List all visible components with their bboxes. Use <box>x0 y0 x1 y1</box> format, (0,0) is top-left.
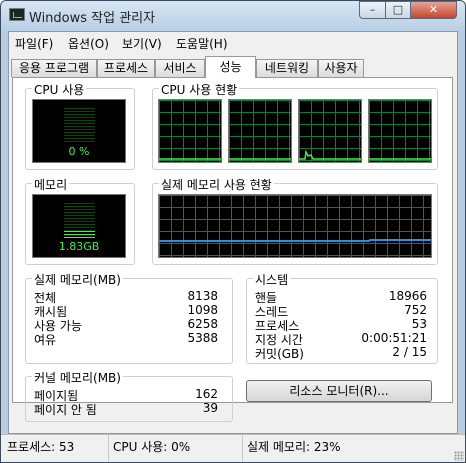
cpu-core-2-line <box>299 149 361 160</box>
system-row-uptime: 지정 시간 0:00:51:21 <box>255 331 427 347</box>
kernel-memory-row-nonpaged: 페이지 안 됨 39 <box>34 401 218 417</box>
maximize-button[interactable]: □ <box>385 1 411 19</box>
cpu-core-0-graph <box>158 99 222 163</box>
system-group: 시스템 핸들 18966 스레드 752 프로세스 53 지정 시간 0:00:… <box>246 271 438 364</box>
menu-options[interactable]: 옵션(O) <box>68 35 109 52</box>
tab-performance[interactable]: 성능 <box>205 56 256 78</box>
task-manager-icon <box>9 8 25 21</box>
row-label: 커밋(GB) <box>255 347 304 361</box>
menu-file[interactable]: 파일(F) <box>15 35 53 52</box>
minimize-button[interactable]: – <box>359 1 386 19</box>
physical-memory-title: 실제 메모리(MB) <box>32 271 123 288</box>
cpu-core-1-graph <box>228 99 292 163</box>
close-button[interactable]: ✕ <box>410 1 457 19</box>
resize-grip[interactable] <box>454 451 464 461</box>
memory-history-group: 실제 메모리 사용 현황 <box>152 176 438 265</box>
physical-memory-row-total: 전체 8138 <box>34 289 218 305</box>
system-row-handles: 핸들 18966 <box>255 289 427 305</box>
cpu-meter-column <box>64 108 95 144</box>
tab-applications[interactable]: 응용 프로그램 <box>11 59 97 77</box>
cpu-usage-value: 0 % <box>68 145 90 158</box>
row-value: 6258 <box>187 317 218 331</box>
row-label: 페이지 안 됨 <box>34 403 97 417</box>
cpu-history-group: CPU 사용 현황 <box>152 81 438 170</box>
cpu-history-title: CPU 사용 현황 <box>159 81 240 98</box>
status-bar: 프로세스: 53 CPU 사용: 0% 실제 메모리: 23% <box>1 434 465 462</box>
row-value: 8138 <box>187 289 218 303</box>
system-row-threads: 스레드 752 <box>255 303 427 319</box>
memory-usage-value: 1.83GB <box>58 240 100 253</box>
client-area: 파일(F) 옵션(O) 보기(V) 도움말(H) 응용 프로그램 프로세스 서비… <box>8 31 458 434</box>
menu-bar: 파일(F) 옵션(O) 보기(V) 도움말(H) <box>9 32 457 52</box>
tab-users[interactable]: 사용자 <box>318 59 364 77</box>
memory-history-title: 실제 메모리 사용 현황 <box>159 176 274 193</box>
cpu-usage-meter: 0 % <box>32 99 126 163</box>
tab-strip: 응용 프로그램 프로세스 서비스 성능 네트워킹 사용자 <box>9 56 457 78</box>
physical-memory-row-cached: 캐시됨 1098 <box>34 303 218 319</box>
status-processes: 프로세스: 53 <box>3 435 109 462</box>
menu-help[interactable]: 도움말(H) <box>176 35 228 52</box>
row-value: 18966 <box>388 289 427 303</box>
row-value: 5388 <box>187 331 218 345</box>
system-row-commit: 커밋(GB) 2 / 15 <box>255 345 427 361</box>
status-memory: 실제 메모리: 23% <box>247 440 341 454</box>
kernel-memory-group: 커널 메모리(MB) 페이지됨 162 페이지 안 됨 39 <box>25 369 233 422</box>
performance-panel: CPU 사용 0 % CPU 사용 현황 메모리 1.83GB 실제 메모리 사… <box>12 77 453 422</box>
kernel-memory-row-paged: 페이지됨 162 <box>34 387 218 403</box>
memory-history-line <box>159 239 431 242</box>
status-cpu: CPU 사용: 0% <box>109 435 243 462</box>
physical-memory-group: 실제 메모리(MB) 전체 8138 캐시됨 1098 사용 가능 6258 여… <box>25 271 233 364</box>
window-title: Windows 작업 관리자 <box>29 11 156 26</box>
menu-view[interactable]: 보기(V) <box>122 35 162 52</box>
resource-monitor-button[interactable]: 리소스 모니터(R)... <box>246 380 432 402</box>
physical-memory-row-free: 여유 5388 <box>34 331 218 347</box>
cpu-usage-title: CPU 사용 <box>32 81 87 98</box>
title-bar[interactable]: Windows 작업 관리자 – □ ✕ <box>1 1 465 31</box>
kernel-memory-title: 커널 메모리(MB) <box>32 369 123 386</box>
system-row-processes: 프로세스 53 <box>255 317 427 333</box>
cpu-core-2-graph <box>298 99 362 163</box>
memory-meter: 1.83GB <box>32 194 126 258</box>
memory-history-graph <box>158 194 432 258</box>
cpu-usage-group: CPU 사용 0 % <box>25 81 135 170</box>
row-value: 1098 <box>187 303 218 317</box>
physical-memory-row-available: 사용 가능 6258 <box>34 317 218 333</box>
row-value: 162 <box>195 387 218 401</box>
row-value: 752 <box>404 303 427 317</box>
cpu-core-3-graph <box>368 99 432 163</box>
row-value: 39 <box>202 401 218 415</box>
memory-group: 메모리 1.83GB <box>25 176 135 265</box>
tab-processes[interactable]: 프로세스 <box>97 59 155 77</box>
tab-networking[interactable]: 네트워킹 <box>256 59 318 77</box>
memory-meter-column <box>64 203 95 239</box>
memory-title: 메모리 <box>32 176 70 193</box>
tab-services[interactable]: 서비스 <box>155 59 205 77</box>
row-value: 53 <box>411 317 427 331</box>
row-label: 여유 <box>34 333 57 347</box>
task-manager-window: Windows 작업 관리자 – □ ✕ 파일(F) 옵션(O) 보기(V) 도… <box>0 0 466 463</box>
row-value: 2 / 15 <box>392 345 427 359</box>
memory-meter-fill <box>64 230 95 239</box>
system-title: 시스템 <box>253 271 291 288</box>
row-value: 0:00:51:21 <box>361 331 427 345</box>
